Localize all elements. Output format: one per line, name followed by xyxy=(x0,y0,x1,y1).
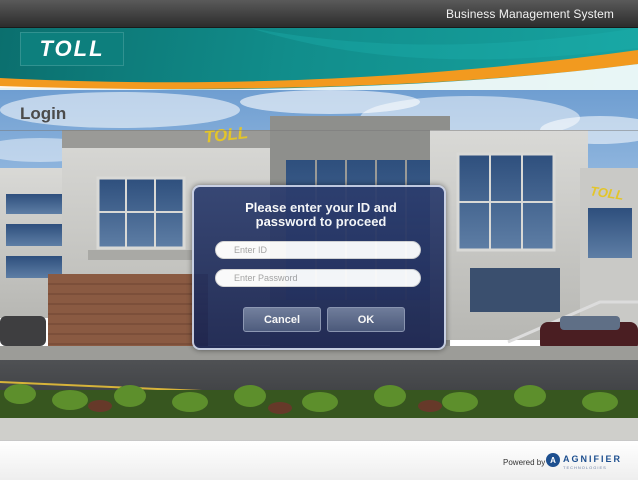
toll-logo: TOLL xyxy=(20,32,124,66)
powered-by-label: Powered by xyxy=(503,458,546,467)
user-id-input[interactable] xyxy=(215,241,421,259)
brand-header: TOLL xyxy=(0,28,638,90)
login-prompt: Please enter your ID and password to pro… xyxy=(204,201,438,229)
ok-button[interactable]: OK xyxy=(327,307,405,332)
login-dialog: Please enter your ID and password to pro… xyxy=(192,185,446,350)
app-title: Business Management System xyxy=(445,7,614,21)
password-input[interactable] xyxy=(215,269,421,287)
heading-divider xyxy=(0,130,638,131)
login-prompt-line1: Please enter your ID and xyxy=(245,200,397,215)
page-title: Login xyxy=(20,104,67,123)
cancel-button[interactable]: Cancel xyxy=(243,307,321,332)
top-bar: Business Management System xyxy=(0,0,638,28)
login-screen: Business Management System TOLL TOLL TOL… xyxy=(0,0,638,480)
vendor-name: AGNIFIER xyxy=(563,454,623,464)
toll-logo-text: TOLL xyxy=(39,36,105,61)
vendor-tagline: TECHNOLOGIES xyxy=(563,465,607,470)
agnifier-logo-icon: A xyxy=(546,453,560,467)
footer: Powered by A AGNIFIER TECHNOLOGIES xyxy=(0,440,638,480)
login-prompt-line2: password to proceed xyxy=(255,214,387,229)
